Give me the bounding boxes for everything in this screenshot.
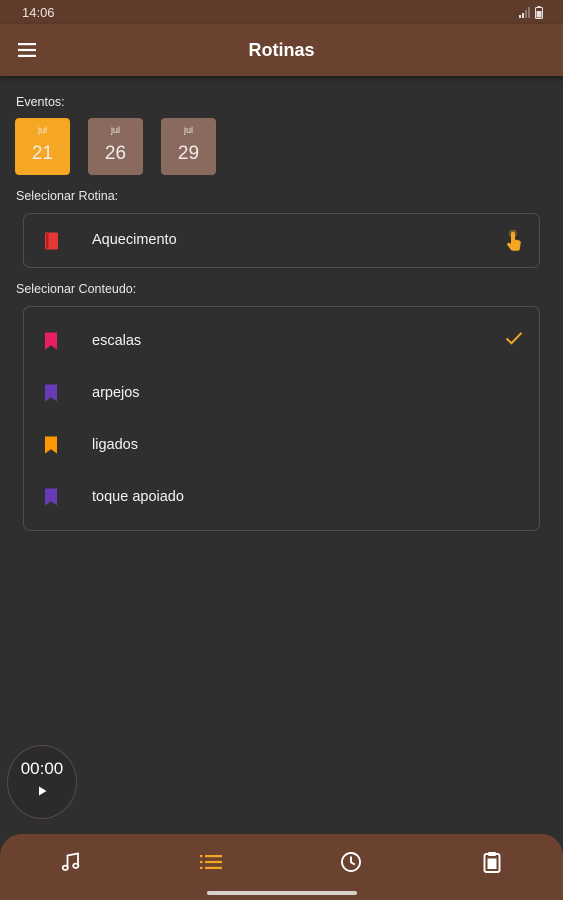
page-title: Rotinas <box>248 39 315 60</box>
content-item-label: toque apoiado <box>92 489 184 505</box>
routine-name: Aquecimento <box>92 232 177 248</box>
event-day: 29 <box>177 142 200 164</box>
bookmark-icon <box>44 332 58 350</box>
event-month: jul <box>183 124 193 135</box>
menu-button[interactable] <box>14 38 40 62</box>
content-item-arpejos[interactable]: arpejos <box>24 367 539 419</box>
timer-button[interactable]: 00:00 <box>7 745 77 819</box>
content-label: Selecionar Conteudo: <box>16 282 137 296</box>
status-icons <box>519 5 543 19</box>
touch-icon[interactable] <box>505 229 523 257</box>
content-item-label: arpejos <box>92 385 140 401</box>
routine-label: Selecionar Rotina: <box>16 189 119 203</box>
content-list: escalas arpejos ligados toque apoiado <box>23 306 540 531</box>
app-bar: Rotinas <box>0 24 563 76</box>
music-note-icon <box>61 852 80 871</box>
menu-icon <box>18 43 36 57</box>
clock-icon <box>341 852 361 872</box>
book-icon <box>44 232 60 250</box>
bookmark-icon <box>44 436 58 454</box>
check-icon <box>505 331 523 350</box>
event-chip-29[interactable]: jul 29 <box>161 118 216 175</box>
event-chip-26[interactable]: jul 26 <box>88 118 143 175</box>
list-icon <box>200 855 222 869</box>
nav-notes[interactable] <box>452 834 532 890</box>
status-bar: 14:06 <box>0 0 563 24</box>
event-month: jul <box>110 124 120 135</box>
timer-time: 00:00 <box>20 759 64 778</box>
battery-icon <box>535 5 543 19</box>
content-item-escalas[interactable]: escalas <box>24 315 539 367</box>
nav-history[interactable] <box>311 834 391 890</box>
events-list: jul 21 jul 26 jul 29 <box>15 118 216 175</box>
play-icon <box>38 783 47 801</box>
event-day: 26 <box>104 142 127 164</box>
nav-routines[interactable] <box>171 834 251 890</box>
nav-music[interactable] <box>31 834 111 890</box>
event-day: 21 <box>31 142 54 164</box>
content-item-label: escalas <box>92 333 142 349</box>
content-item-toque-apoiado[interactable]: toque apoiado <box>24 471 539 523</box>
content-item-ligados[interactable]: ligados <box>24 419 539 471</box>
status-time: 14:06 <box>22 4 55 20</box>
clipboard-icon <box>483 852 501 873</box>
content-item-label: ligados <box>92 437 138 453</box>
routine-selector[interactable]: Aquecimento <box>23 213 540 268</box>
bookmark-icon <box>44 488 58 506</box>
events-label: Eventos: <box>16 95 65 109</box>
bookmark-icon <box>44 384 58 402</box>
bottom-nav <box>0 834 563 890</box>
event-month: jul <box>37 124 47 135</box>
home-indicator[interactable] <box>207 891 357 895</box>
signal-icon <box>519 6 530 18</box>
event-chip-21[interactable]: jul 21 <box>15 118 70 175</box>
